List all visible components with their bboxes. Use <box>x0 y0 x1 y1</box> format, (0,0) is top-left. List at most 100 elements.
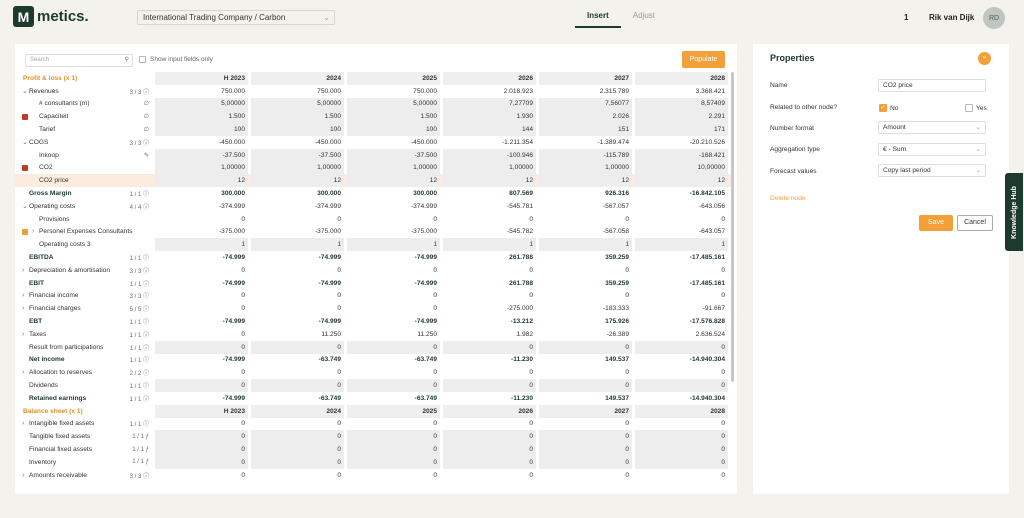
input-cell[interactable]: 1 <box>251 238 344 252</box>
info-icon[interactable]: ⓘ <box>141 269 149 275</box>
section-header-row[interactable]: Profit & loss (x 1) H 2023 2024 2025 2026 202… <box>15 72 731 85</box>
input-cell[interactable]: 0 <box>635 379 728 392</box>
input-cell[interactable]: 0 <box>347 443 440 456</box>
logo[interactable]: M metics. <box>13 6 89 27</box>
input-cell[interactable]: -37.500 <box>347 148 440 162</box>
info-icon[interactable]: ⓘ <box>141 90 149 96</box>
aggregation-select[interactable]: € - Sum ⌄ <box>878 143 986 156</box>
forecast-select[interactable]: Copy last period ⌄ <box>878 164 986 177</box>
input-cell[interactable]: 1,00000 <box>155 161 248 175</box>
table-row[interactable]: Operating costs 3111111 <box>15 238 731 252</box>
table-row[interactable]: › Allocation to reserves 2 / 2 ⓘ 0 0 0 0 0 0 <box>15 366 731 379</box>
input-cell[interactable]: 2.026 <box>539 110 632 124</box>
input-cell[interactable]: 0 <box>635 430 728 444</box>
table-row[interactable]: Capaciteit ∅ 1.500 1.500 1.500 1.930 2.026 2.29… <box>15 110 731 124</box>
table-row[interactable]: ⌄ Revenues 3 / 3 ⓘ 750.000 750.000 750.000 2.0… <box>15 85 731 98</box>
table-row[interactable]: Provisions 0 0 0 0 0 0 <box>15 213 731 226</box>
input-cell[interactable]: 7,27709 <box>443 97 536 111</box>
input-cell[interactable]: 0 <box>251 430 344 444</box>
input-cell[interactable]: 5,00000 <box>347 97 440 111</box>
input-cell[interactable]: 12 <box>155 174 248 188</box>
formula-icon[interactable]: ƒ <box>144 447 149 453</box>
input-cell[interactable]: 100 <box>155 123 248 136</box>
formula-icon[interactable]: ƒ <box>144 459 149 465</box>
input-cell[interactable]: -115.789 <box>539 148 632 162</box>
name-input[interactable]: CO2 price <box>878 79 986 92</box>
input-cell[interactable]: 0 <box>443 443 536 456</box>
table-row[interactable]: › Financial charges 5 / 5 ⓘ 0 0 0 -275.000 -183… <box>15 302 731 315</box>
scrollbar[interactable] <box>731 72 734 382</box>
chevron-down-icon[interactable]: ⌄ <box>22 138 28 146</box>
input-cell[interactable]: 0 <box>251 455 344 469</box>
input-cell[interactable]: 12 <box>635 174 728 188</box>
info-icon[interactable]: ⓘ <box>141 371 149 377</box>
input-cell[interactable]: 0 <box>155 379 248 392</box>
table-row[interactable]: CO2 price 12 12 12 12 12 12 <box>15 174 731 188</box>
info-icon[interactable]: ⓘ <box>141 397 149 403</box>
input-cell[interactable]: 0 <box>347 379 440 392</box>
table-row[interactable]: Inventory 1 / 1 ƒ000000 <box>15 455 731 469</box>
show-inputs-checkbox[interactable] <box>139 56 146 63</box>
input-cell[interactable]: 12 <box>251 174 344 188</box>
input-cell[interactable]: 0 <box>347 455 440 469</box>
collapse-panel-icon[interactable]: » <box>978 52 991 65</box>
info-icon[interactable]: ⓘ <box>141 205 149 211</box>
input-cell[interactable]: 0 <box>539 340 632 354</box>
avatar[interactable]: RD <box>983 7 1005 29</box>
input-cell[interactable]: 0 <box>635 455 728 469</box>
table-row[interactable]: Result from participations 1 / 1 ⓘ 0 0 0 0 0 0 <box>15 340 731 354</box>
user-name[interactable]: Rik van Dijk <box>929 13 974 22</box>
info-icon[interactable]: ⓘ <box>141 474 149 480</box>
input-cell[interactable]: 0 <box>443 430 536 444</box>
related-yes-checkbox[interactable] <box>965 104 973 112</box>
table-row[interactable]: › Taxes 1 / 1 ⓘ 0 11.250 11.250 1.982 -26.389 2.… <box>15 328 731 341</box>
info-icon[interactable]: ⓘ <box>141 282 149 288</box>
knowledge-hub-tab[interactable]: Knowledge Hub <box>1005 173 1023 251</box>
info-icon[interactable]: ⓘ <box>141 358 149 364</box>
table-row[interactable]: Inkoop ✎ -37.500 -37.500 -37.500 -100.946 -115… <box>15 148 731 162</box>
formula-icon[interactable]: ƒ <box>144 434 149 440</box>
info-icon[interactable]: ⓘ <box>141 422 149 428</box>
input-cell[interactable]: 0 <box>443 455 536 469</box>
input-cell[interactable]: 8,57409 <box>635 97 728 111</box>
input-cell[interactable]: 12 <box>539 174 632 188</box>
input-cell[interactable]: -37.500 <box>155 148 248 162</box>
input-cell[interactable]: 0 <box>635 340 728 354</box>
cancel-button[interactable]: Cancel <box>957 215 993 231</box>
input-cell[interactable]: 0 <box>443 340 536 354</box>
chevron-down-icon[interactable]: ⌄ <box>22 87 28 95</box>
info-icon[interactable]: ⓘ <box>141 346 149 352</box>
chevron-down-icon[interactable]: ⌄ <box>22 202 28 210</box>
table-row[interactable]: Gross Margin 1 / 1 ⓘ 300.000 300.000 300.000… <box>15 187 731 200</box>
populate-button[interactable]: Populate <box>682 51 725 68</box>
table-row[interactable]: › Financial income 3 / 3 ⓘ 0 0 0 0 0 0 <box>15 290 731 303</box>
input-cell[interactable]: 1.500 <box>347 110 440 124</box>
input-cell[interactable]: 1 <box>635 238 728 252</box>
info-icon[interactable]: ⓘ <box>141 384 149 390</box>
input-cell[interactable]: 12 <box>347 174 440 188</box>
table-row[interactable]: # consultants (m) ∅ 5,00000 5,00000 5,00000 7… <box>15 97 731 111</box>
input-cell[interactable]: 5,00000 <box>251 97 344 111</box>
info-icon[interactable]: ⓘ <box>141 141 149 147</box>
input-cell[interactable]: -100.946 <box>443 148 536 162</box>
input-cell[interactable]: 1 <box>443 238 536 252</box>
tab-insert[interactable]: Insert <box>575 11 621 28</box>
info-icon[interactable]: ⓘ <box>141 333 149 339</box>
number-format-select[interactable]: Amount ⌄ <box>878 121 986 134</box>
chevron-right-icon[interactable]: › <box>22 331 24 338</box>
company-selector[interactable]: International Trading Company / Carbon ⌄ <box>137 10 335 25</box>
table-row[interactable]: › Amounts receivable 3 / 3 ⓘ 0 0 0 0 0 0 <box>15 469 731 482</box>
delete-node-link[interactable]: Delete node <box>770 195 806 202</box>
input-cell[interactable]: 0 <box>347 340 440 354</box>
info-icon[interactable]: ⓘ <box>141 256 149 262</box>
input-cell[interactable]: 5,00000 <box>155 97 248 111</box>
chevron-right-icon[interactable]: › <box>22 420 24 427</box>
input-cell[interactable]: 0 <box>251 443 344 456</box>
notification-count[interactable]: 1 <box>904 13 908 22</box>
input-cell[interactable]: 2.291 <box>635 110 728 124</box>
input-cell[interactable]: 1 <box>539 238 632 252</box>
input-cell[interactable]: 0 <box>539 379 632 392</box>
tab-adjust[interactable]: Adjust <box>621 11 667 28</box>
chevron-right-icon[interactable]: › <box>32 228 34 235</box>
table-row[interactable]: ⌄ Operating costs 4 / 4 ⓘ -374.999 -374.999-… <box>15 200 731 213</box>
